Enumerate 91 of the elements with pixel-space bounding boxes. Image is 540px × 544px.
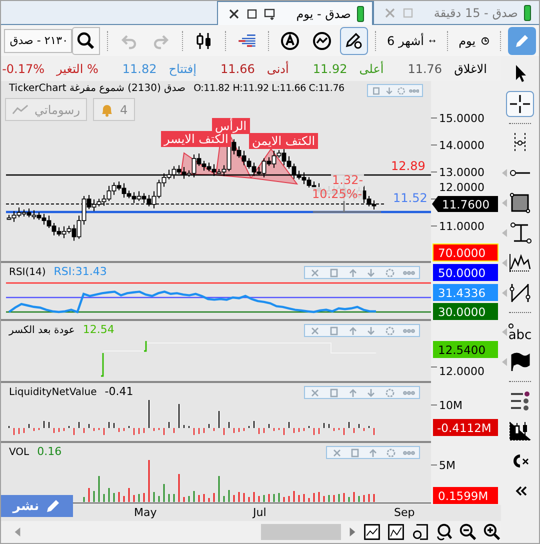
axis-label: Sep <box>394 506 415 519</box>
restore-icon[interactable] <box>264 8 276 20</box>
value-tag: 31.4336 <box>433 284 498 301</box>
pen-gear-icon <box>344 30 364 50</box>
line-chart-icon <box>312 30 332 50</box>
pattern-label: الرأس <box>212 118 250 134</box>
pattern-label: الكتف الايمن <box>249 133 318 149</box>
peaks-icon[interactable] <box>507 251 533 275</box>
indicator-title: RSI(14) <box>9 267 46 278</box>
gear-icon[interactable] <box>384 448 398 458</box>
axis-label: 10M <box>439 399 462 412</box>
text-tool[interactable]: abc <box>508 322 532 342</box>
chart-tab[interactable]: صدق - يوم <box>217 1 373 25</box>
quote-label: التغير % <box>56 62 98 76</box>
quote-value: 11.66 <box>220 62 255 76</box>
axis-label: 12.0000 <box>439 365 484 378</box>
quote-value: 11.76 <box>408 62 442 76</box>
measure-percent: 10.25%- <box>311 187 364 201</box>
axis-label: 13.0000 <box>439 166 484 179</box>
submenu-arrow-icon[interactable] <box>502 358 507 366</box>
quote-label: أدنى <box>266 62 289 76</box>
chart-title: TickerChart صدق (2130) شموع مفرغة <box>9 83 186 94</box>
down-arrow-icon[interactable] <box>384 86 394 96</box>
value-tag: 12.5400 <box>433 341 498 358</box>
trend-line-icon <box>12 104 29 116</box>
chart-image-icon[interactable] <box>387 522 405 542</box>
scroll-left-icon[interactable] <box>13 526 22 538</box>
submenu-arrow-icon[interactable] <box>502 289 507 297</box>
axis-label: 12.0000 <box>439 181 484 194</box>
value-tag: -0.4112M <box>433 419 498 436</box>
bell-icon <box>100 102 114 116</box>
value-tag: 0.1599M <box>433 487 498 504</box>
drawing-settings-button[interactable] <box>340 26 368 54</box>
axis-label: 5M <box>439 459 456 472</box>
axis-label: 15.0000 <box>439 112 484 125</box>
indicator-value: -0.41 <box>104 385 134 398</box>
candles-icon[interactable] <box>507 419 533 443</box>
interval-button[interactable]: يوم <box>454 26 493 54</box>
pencil-button[interactable] <box>508 26 536 54</box>
indicator-title: عودة بعد الكسر <box>9 325 75 336</box>
close-icon[interactable] <box>228 8 240 20</box>
chart-image-icon[interactable] <box>363 522 381 542</box>
quote-label: إفتتاح <box>168 62 196 76</box>
axis-label: 11.0000 <box>439 220 484 233</box>
last-price-tag: 11.7600 <box>432 196 498 212</box>
zoom-in-icon[interactable] <box>483 522 501 542</box>
circled-a-icon <box>280 30 300 50</box>
submenu-arrow-icon[interactable] <box>502 328 507 336</box>
indicator-value: 0.16 <box>37 445 62 458</box>
rectangle-icon[interactable] <box>507 191 533 215</box>
axis-label: Jul <box>253 506 266 519</box>
quote-value: 11.82 <box>122 62 157 76</box>
value-tag: 50.0000 <box>433 264 498 281</box>
axis-label: May <box>134 506 157 519</box>
publish-button[interactable]: نشر <box>1 495 73 517</box>
quote-label: الاغلاق <box>454 62 487 76</box>
zoom-area-icon[interactable] <box>411 522 429 542</box>
crosshair-tool[interactable] <box>506 91 534 117</box>
submenu-arrow-icon[interactable] <box>502 169 507 177</box>
scrollbar-thumb[interactable] <box>261 524 341 540</box>
quote-value: -0.17% <box>2 62 45 76</box>
signal-line-drawing <box>100 340 147 377</box>
quote-value: 11.92 <box>312 62 348 76</box>
ohlc-values: O:11.82 H:11.92 L:11.66 C:11.76 <box>194 83 344 94</box>
zigzag-icon[interactable] <box>507 281 533 305</box>
indicator-value: 12.54 <box>82 323 114 336</box>
search-field[interactable]: ٢١٣٠ - صدق <box>4 28 72 52</box>
submenu-arrow-icon[interactable] <box>502 229 507 237</box>
pencil-icon <box>45 498 62 514</box>
indicator-title: LiquidityNetValue <box>9 387 97 398</box>
value-tag: 70.0000 <box>432 244 498 262</box>
period-button[interactable]: 6 أشهر <box>383 26 440 54</box>
reset-zoom-icon[interactable] <box>435 522 453 542</box>
measure-change: 1.32- <box>331 173 364 187</box>
search-button[interactable] <box>72 26 100 54</box>
alerts-count: 4 <box>120 102 128 116</box>
anchor-dot-icon <box>508 322 514 328</box>
scroll-right-icon[interactable] <box>348 526 357 538</box>
window-icon[interactable] <box>246 8 258 20</box>
axis-label: 14.0000 <box>439 139 484 152</box>
quote-label: أعلى <box>359 62 384 76</box>
submenu-arrow-icon[interactable] <box>502 259 507 267</box>
search-icon <box>76 30 96 50</box>
support-label: 11.52 <box>393 191 428 205</box>
gear-icon[interactable] <box>396 86 406 96</box>
indicator-title: VOL <box>9 447 30 458</box>
resistance-label: 12.89 <box>391 159 426 173</box>
zoom-out-icon[interactable] <box>459 522 477 542</box>
indicator-value: RSI:31.43 <box>54 265 107 278</box>
submenu-arrow-icon[interactable] <box>502 199 507 207</box>
value-tag: 30.0000 <box>433 303 498 320</box>
